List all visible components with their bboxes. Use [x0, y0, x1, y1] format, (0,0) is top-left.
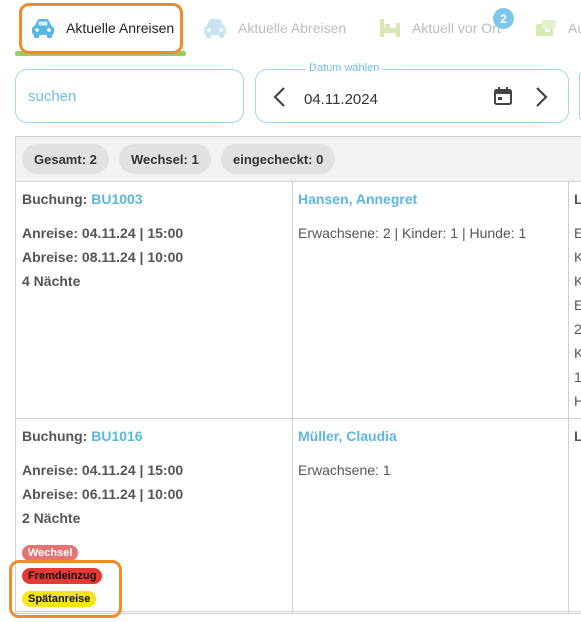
summary-chip-wechsel: Wechsel: 1 — [119, 144, 211, 174]
booking-label: Buchung: — [22, 428, 88, 444]
date-picker-label: Datum wählen — [306, 62, 383, 74]
search-input[interactable] — [26, 86, 233, 106]
tab-label: Aktuell vor Ort — [412, 20, 501, 36]
nights-text: 4 Nächte — [22, 273, 81, 289]
summary-bar: Gesamt: 2 Wechsel: 1 eingecheckt: 0 — [16, 137, 581, 182]
tab-count-badge: 2 — [493, 8, 514, 29]
booking-label: Buchung: — [22, 191, 88, 207]
highlight-frame — [19, 3, 183, 54]
tab-au[interactable]: Au — [534, 0, 581, 56]
col3-line: 1 — [574, 369, 581, 385]
arrival-text: Anreise: 04.11.24 | 15:00 — [22, 462, 184, 478]
booking-id-link[interactable]: BU1016 — [91, 428, 142, 444]
guest-name-link[interactable]: Müller, Claudia — [298, 428, 397, 444]
col3-line: K — [574, 345, 581, 361]
date-value[interactable]: 04.11.2024 — [304, 91, 378, 108]
arrivals-table: Gesamt: 2 Wechsel: 1 eingecheckt: 0 Buch… — [15, 136, 581, 614]
col3-header: L — [574, 428, 581, 444]
tab-label: Aktuelle Abreisen — [238, 20, 347, 36]
highlight-frame — [9, 560, 122, 618]
tag-wechsel: Wechsel — [22, 545, 79, 561]
search-field[interactable] — [15, 69, 244, 123]
tab-bar: Aktuelle Anreisen Aktuelle Abreisen Aktu… — [0, 0, 581, 56]
booking-cell: Buchung: BU1003 — [22, 191, 143, 207]
chevron-left-icon[interactable] — [270, 85, 290, 109]
col3-line: E — [574, 225, 581, 241]
col3-line: K — [574, 273, 581, 289]
car-icon — [204, 19, 226, 38]
chevron-right-icon[interactable] — [531, 85, 551, 109]
arrival-text: Anreise: 04.11.24 | 15:00 — [22, 225, 184, 241]
tab-aktuelle-abreisen[interactable]: Aktuelle Abreisen — [202, 0, 346, 56]
booking-cell: Buchung: BU1016 — [22, 428, 143, 444]
col3-line: 2 — [574, 321, 581, 337]
col3-line: E — [574, 297, 581, 313]
col3-line: H — [574, 393, 581, 409]
tab-label: Au — [568, 20, 581, 36]
col3-line: K — [574, 249, 581, 265]
persons-text: Erwachsene: 2 | Kinder: 1 | Hunde: 1 — [298, 225, 527, 241]
bed-icon — [380, 19, 400, 37]
table-row[interactable]: Buchung: BU1003 Anreise: 04.11.24 | 15:0… — [16, 182, 581, 418]
departure-text: Abreise: 06.11.24 | 10:00 — [22, 486, 184, 502]
summary-chip-eingecheckt: eingecheckt: 0 — [221, 144, 336, 174]
nights-text: 2 Nächte — [22, 510, 81, 526]
calendar-icon[interactable] — [493, 86, 513, 106]
booking-id-link[interactable]: BU1003 — [91, 191, 142, 207]
card-icon — [536, 20, 556, 36]
summary-chip-gesamt: Gesamt: 2 — [22, 144, 109, 174]
persons-text: Erwachsene: 1 — [298, 462, 391, 478]
tab-aktuell-vor-ort[interactable]: Aktuell vor Ort — [378, 0, 501, 56]
guest-name-link[interactable]: Hansen, Annegret — [298, 191, 417, 207]
date-picker[interactable]: Datum wählen 04.11.2024 — [255, 62, 569, 123]
departure-text: Abreise: 08.11.24 | 10:00 — [22, 249, 184, 265]
col3-header: L — [574, 191, 581, 207]
